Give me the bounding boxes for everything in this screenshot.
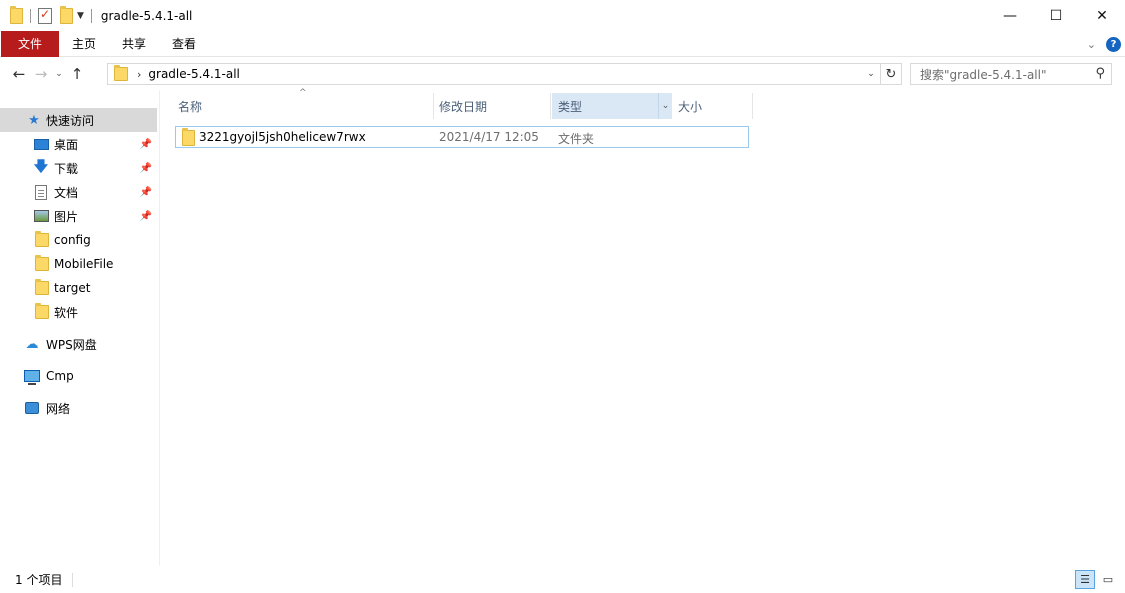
details-view-button[interactable]: ☰	[1075, 570, 1095, 589]
tab-view[interactable]: 查看	[159, 31, 209, 57]
close-button[interactable]: ✕	[1079, 0, 1125, 31]
ribbon-tabs: 文件 主页 共享 查看 ⌄ ?	[0, 30, 1125, 57]
large-icons-view-button[interactable]: ▭	[1098, 570, 1118, 589]
download-icon: 🡇	[33, 159, 49, 175]
column-header-label: 名称	[178, 99, 203, 114]
document-icon	[33, 184, 49, 200]
search-icon[interactable]: ⚲	[1095, 66, 1105, 81]
file-list: ^ 名称 修改日期 类型 ⌄ 大小 3221gyojl5jsh0helicew7…	[161, 88, 1125, 566]
window-title: gradle-5.4.1-all	[100, 8, 193, 23]
sidebar-item-quick-access[interactable]: ★ 快速访问	[0, 108, 157, 132]
computer-icon	[24, 368, 40, 385]
sidebar-item-label: target	[54, 281, 91, 295]
sidebar-item-label: 下载	[54, 161, 79, 176]
pin-icon[interactable]: 📌	[140, 163, 152, 174]
picture-icon	[33, 208, 49, 224]
folder-icon	[182, 128, 195, 146]
up-button[interactable]: ↑	[66, 65, 88, 83]
pin-icon[interactable]: 📌	[140, 211, 152, 222]
column-header-type[interactable]: 类型	[552, 93, 658, 119]
search-placeholder: 搜索"gradle-5.4.1-all"	[920, 67, 1047, 82]
folder-icon	[34, 255, 50, 272]
star-icon: ★	[28, 112, 40, 128]
folder-icon	[34, 231, 50, 248]
minimize-button[interactable]: —	[987, 0, 1033, 31]
sidebar-item-label: 图片	[54, 209, 79, 224]
new-folder-icon[interactable]	[60, 5, 73, 24]
navigation-pane: ★ 快速访问 桌面 📌 🡇 下载 📌 文档 📌 图片 📌 config Mobi…	[0, 90, 160, 566]
sidebar-item-network[interactable]: 网络	[0, 396, 157, 420]
sidebar-item-mobilefile[interactable]: MobileFile	[0, 252, 157, 276]
sidebar-item-label: 文档	[54, 185, 79, 200]
column-header-label: 大小	[678, 99, 703, 114]
pin-icon[interactable]: 📌	[140, 187, 152, 198]
chevron-right-icon[interactable]: ›	[137, 68, 141, 81]
network-icon	[24, 400, 40, 416]
sidebar-item-config[interactable]: config	[0, 228, 157, 252]
sidebar-item-documents[interactable]: 文档 📌	[0, 180, 157, 204]
back-button[interactable]: ←	[8, 65, 30, 83]
desktop-icon	[33, 136, 49, 152]
properties-icon[interactable]	[38, 7, 52, 24]
sidebar-item-target[interactable]: target	[0, 276, 157, 300]
chevron-down-icon[interactable]: ⌄	[864, 64, 878, 84]
sidebar-item-desktop[interactable]: 桌面 📌	[0, 132, 157, 156]
toolbar-separator	[90, 8, 92, 23]
column-header-label: 修改日期	[439, 99, 488, 114]
address-bar[interactable]: › gradle-5.4.1-all ⌄	[107, 63, 881, 85]
file-name[interactable]: 3221gyojl5jsh0helicew7rwx	[199, 130, 366, 144]
chevron-down-icon[interactable]: ⌄	[658, 93, 672, 119]
refresh-button[interactable]: ↻	[881, 63, 902, 85]
sidebar-item-wps-drive[interactable]: ☁ WPS网盘	[0, 332, 157, 356]
sidebar-item-label: 软件	[54, 305, 79, 320]
file-modified: 2021/4/17 12:05	[439, 130, 539, 144]
tab-file[interactable]: 文件	[1, 30, 59, 57]
folder-icon	[34, 303, 50, 320]
tab-home[interactable]: 主页	[59, 31, 109, 57]
folder-icon	[10, 5, 23, 24]
sidebar-item-pictures[interactable]: 图片 📌	[0, 204, 157, 228]
breadcrumb[interactable]: gradle-5.4.1-all	[148, 67, 239, 81]
status-divider	[72, 572, 74, 587]
forward-button[interactable]: →	[30, 65, 52, 83]
folder-icon	[34, 279, 50, 296]
sidebar-item-label: 桌面	[54, 137, 79, 152]
table-row[interactable]: 3221gyojl5jsh0helicew7rwx 2021/4/17 12:0…	[175, 126, 749, 148]
maximize-button[interactable]: ☐	[1033, 0, 1079, 31]
sidebar-item-label: config	[54, 233, 91, 247]
sidebar-item-downloads[interactable]: 🡇 下载 📌	[0, 156, 157, 180]
column-header-size[interactable]: 大小	[678, 93, 748, 119]
customize-toolbar-icon[interactable]: ▼	[77, 11, 84, 21]
search-input[interactable]: 搜索"gradle-5.4.1-all" ⚲	[910, 63, 1112, 85]
column-header-modified[interactable]: 修改日期	[439, 93, 549, 119]
pin-icon[interactable]: 📌	[140, 139, 152, 150]
sidebar-item-computer[interactable]: Cmp	[0, 364, 157, 388]
sidebar-item-label: WPS网盘	[46, 337, 97, 352]
file-type: 文件夹	[558, 132, 595, 146]
cloud-icon: ☁	[25, 336, 39, 352]
sidebar-item-label: Cmp	[46, 369, 74, 383]
sidebar-item-label: 快速访问	[46, 113, 95, 128]
column-header-label: 类型	[558, 99, 583, 114]
folder-icon	[114, 65, 128, 81]
item-count: 1 个项目	[15, 573, 63, 587]
column-divider[interactable]	[752, 93, 753, 119]
title-bar: ▼ gradle-5.4.1-all — ☐ ✕	[0, 0, 1125, 31]
column-header-name[interactable]: 名称	[178, 93, 432, 119]
help-icon[interactable]: ?	[1106, 36, 1121, 52]
quick-access-toolbar: ▼ gradle-5.4.1-all	[0, 0, 192, 31]
toolbar-separator	[30, 8, 31, 23]
expand-ribbon-icon[interactable]: ⌄	[1087, 38, 1096, 51]
column-divider[interactable]	[433, 93, 434, 119]
sidebar-item-label: 网络	[46, 401, 71, 416]
tab-share[interactable]: 共享	[109, 31, 159, 57]
sidebar-item-software[interactable]: 软件	[0, 300, 157, 324]
column-divider[interactable]	[550, 93, 551, 119]
status-bar: 1 个项目 ☰ ▭	[0, 566, 1125, 593]
recent-locations-button[interactable]: ⌄	[52, 69, 66, 79]
sidebar-item-label: MobileFile	[54, 257, 114, 271]
navigation-bar: ← → ⌄ ↑ › gradle-5.4.1-all ⌄ ↻ 搜索"gradle…	[0, 58, 1125, 90]
